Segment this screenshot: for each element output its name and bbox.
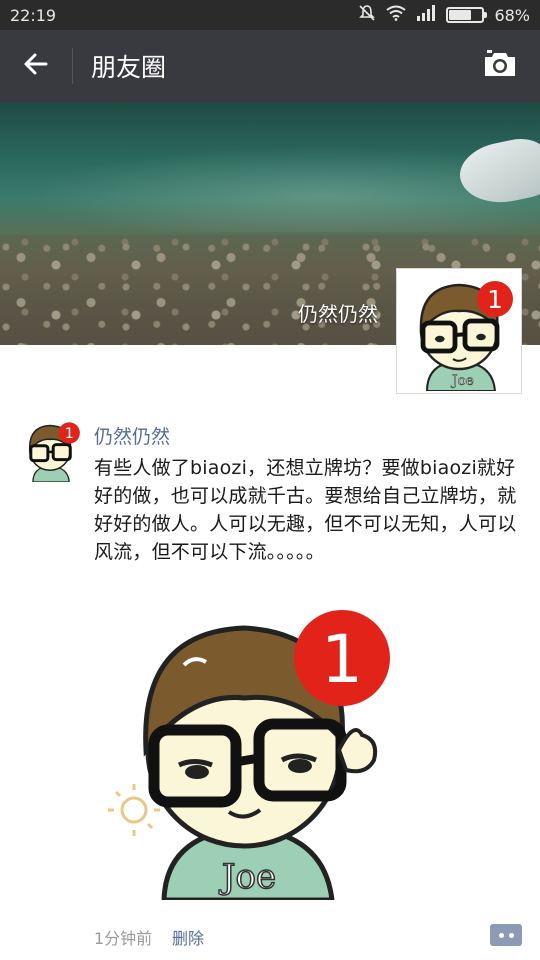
delete-link[interactable]: 删除 (172, 925, 204, 949)
post-time: 1分钟前 (94, 929, 153, 948)
post-image-badge: 1 (321, 621, 363, 698)
signal-icon (416, 5, 436, 25)
page-title: 朋友圈 (91, 53, 167, 82)
camera-icon (483, 50, 517, 82)
mute-icon (358, 4, 376, 26)
post-author-name[interactable]: 仍然仍然 (94, 422, 170, 449)
status-time: 22:19 (10, 5, 57, 25)
nav-bar: 朋友圈 (0, 30, 540, 102)
cover-avatar-badge: 1 (487, 285, 503, 314)
battery-percent: 68% (494, 5, 530, 25)
battery-level (449, 10, 472, 20)
post-image[interactable]: Joe 1 (94, 600, 394, 903)
more-dot-icon (498, 932, 504, 938)
post-image-cartoon: Joe 1 (94, 600, 394, 903)
status-bar: 22:19 68% (0, 0, 540, 30)
more-dot-icon (508, 932, 514, 938)
cover-user-name[interactable]: 仍然仍然 (298, 298, 378, 327)
cover-avatar-shirt-text: Joe (450, 373, 474, 389)
post-text: 有些人做了biaozi，还想立牌坊？要做biaozi就好好的做，也可以成就千古。… (94, 457, 517, 563)
arrow-left-icon (22, 50, 50, 82)
nav-divider (72, 48, 73, 84)
post-image-shirt-text: Joe (219, 857, 276, 897)
back-button[interactable] (0, 30, 72, 102)
avatar-cartoon-small: 1 (18, 418, 82, 483)
wifi-icon (386, 5, 407, 25)
battery-icon (446, 7, 488, 23)
post-avatar-badge: 1 (65, 426, 74, 442)
status-icons: 68% (358, 4, 530, 26)
avatar-cartoon: 1 Joe (399, 271, 519, 392)
post-author-avatar[interactable]: 1 (18, 418, 82, 483)
cover-water (0, 142, 540, 232)
camera-button[interactable] (460, 30, 540, 102)
cover-avatar[interactable]: 1 Joe (396, 268, 522, 394)
comment-like-button[interactable] (490, 924, 522, 946)
